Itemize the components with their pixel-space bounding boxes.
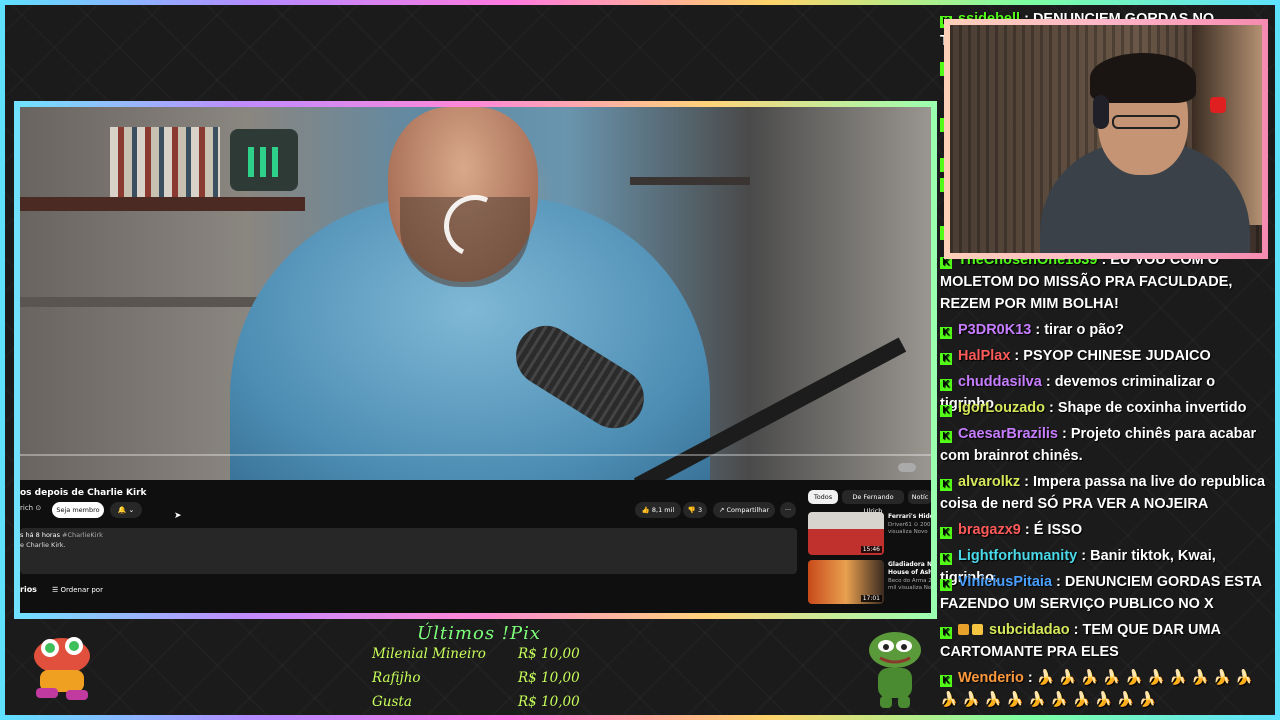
chat-text: : tirar o pão?	[1031, 322, 1124, 338]
chat-message: Kbragazx9 : É ISSO	[940, 519, 1270, 541]
webcam-feed	[944, 19, 1268, 259]
chip-from-channel[interactable]: De Fernando Ulrich	[842, 490, 904, 515]
related-thumbnail[interactable]: 15:46	[808, 512, 884, 555]
pepe-mascot-icon	[869, 632, 921, 708]
kick-badge-icon: K	[940, 675, 952, 687]
kick-badge-icon: K	[940, 353, 952, 365]
related-thumbnail[interactable]: 17:01	[808, 560, 884, 604]
pix-amount: R$ 10,00	[518, 646, 580, 662]
video-progress-bar[interactable]	[20, 454, 931, 456]
chat-message: K Wenderio : 🍌 🍌 🍌 🍌 🍌 🍌 🍌 🍌 🍌 🍌 🍌 🍌 🍌 🍌 …	[940, 667, 1270, 711]
pix-title: Últimos !Pix	[417, 623, 542, 644]
channel-name[interactable]: rich ⊙	[20, 504, 41, 512]
related-meta: Driver61 ⊙ 200 mil visualiza Novo	[888, 522, 937, 535]
kick-badge-icon: K	[940, 527, 952, 539]
headphone	[1093, 95, 1109, 129]
chat-message: K CaesarBrazilis : Projeto chinês para ac…	[940, 423, 1270, 467]
pix-amount: R$ 10,00	[518, 694, 580, 710]
gift-badge-icon	[958, 624, 969, 635]
chat-username[interactable]: HalPlax	[958, 348, 1010, 364]
youtube-page-panel: os depois de Charlie Kirk rich ⊙ Seja me…	[20, 480, 931, 613]
chip-all[interactable]: Todos	[808, 490, 838, 504]
video-duration: 15:46	[860, 546, 882, 553]
pix-donor-name: Milenial Mineiro	[372, 646, 486, 662]
related-title[interactable]: Ferrari's Hidde	[888, 513, 931, 521]
chat-username[interactable]: ViniciusPitaia	[958, 574, 1052, 590]
kick-badge-icon: K	[940, 327, 952, 339]
kick-badge-icon: K	[940, 627, 952, 639]
chat-username[interactable]: Lightforhumanity	[958, 548, 1077, 564]
chat-text: : Shape de coxinha invertido	[1045, 400, 1247, 416]
frog-mascot-icon	[34, 637, 90, 700]
video-duration: 17:01	[860, 595, 882, 602]
chat-username[interactable]: CaesarBrazilis	[958, 426, 1058, 442]
shelf	[20, 297, 280, 307]
shelf	[630, 177, 750, 185]
related-meta: Beco do Arma 203 mil visualiza Novo	[888, 578, 937, 591]
more-actions-button[interactable]: ···	[780, 502, 796, 518]
streamer-hair	[1090, 53, 1196, 103]
chat-message: K HalPlax : PSYOP CHINESE JUDAICO	[940, 345, 1270, 367]
description-meta: s há 8 horas #CharlieKirk	[20, 531, 103, 539]
autoplay-toggle[interactable]	[898, 463, 916, 472]
chat-username[interactable]: chuddasilva	[958, 374, 1042, 390]
kick-badge-icon: K	[940, 379, 952, 391]
upload-time: s há 8 horas	[20, 531, 60, 539]
chat-message: K IgorLouzado : Shape de coxinha invertid…	[940, 397, 1270, 419]
books	[110, 127, 220, 197]
chat-username[interactable]: subcidadao	[989, 622, 1070, 638]
chat-message: Kalvarolkz : Impera passa na live do rep…	[940, 471, 1270, 515]
kick-badge-icon: K	[940, 579, 952, 591]
video-title: os depois de Charlie Kirk	[20, 488, 147, 498]
chat-text: : PSYOP CHINESE JUDAICO	[1010, 348, 1211, 364]
chat-text: : É ISSO	[1020, 522, 1083, 538]
sort-comments-button[interactable]: ☰ Ordenar por	[52, 586, 103, 594]
chip-news[interactable]: Notíc	[908, 490, 931, 504]
comments-heading: rios	[20, 585, 37, 594]
join-button[interactable]: Seja membro	[52, 502, 104, 518]
chat-username[interactable]: bragazx9	[958, 522, 1021, 538]
red-lamp	[1210, 97, 1226, 113]
hashtag-link[interactable]: #CharlieKirk	[62, 531, 103, 539]
pix-amount: R$ 10,00	[518, 670, 580, 686]
chat-message: Ksubcidadao : TEM QUE DAR UMA CARTOMANTE…	[940, 619, 1270, 663]
chat-message: K P3DR0K13 : tirar o pão?	[940, 319, 1270, 341]
dislike-button[interactable]: 👎 3	[683, 502, 707, 518]
video-player[interactable]	[20, 107, 931, 493]
chat-username[interactable]: Wenderio	[958, 670, 1024, 686]
kick-badge-icon: K	[940, 431, 952, 443]
kick-badge-icon: K	[940, 553, 952, 565]
mouse-cursor-icon: ➤	[174, 511, 182, 521]
like-button[interactable]: 👍 8,1 mil	[635, 502, 681, 518]
related-title[interactable]: Gladiadora NE House of Ashe	[888, 561, 931, 577]
chat-username[interactable]: alvarolkz	[958, 474, 1020, 490]
kick-badge-icon: K	[940, 479, 952, 491]
logo-bars	[248, 147, 282, 177]
chat-username[interactable]: P3DR0K13	[958, 322, 1031, 338]
kick-badge-icon: K	[940, 405, 952, 417]
chat-message: K ViniciusPitaia : DENUNCIEM GORDAS ESTA …	[940, 571, 1270, 615]
glasses	[1112, 115, 1180, 129]
crown-badge-icon	[972, 624, 983, 635]
captured-video-window: os depois de Charlie Kirk rich ⊙ Seja me…	[14, 101, 937, 619]
description-box[interactable]	[20, 528, 797, 574]
shelf	[20, 197, 305, 211]
description-text: e Charlie Kirk.	[20, 541, 66, 549]
chat-username[interactable]: IgorLouzado	[958, 400, 1045, 416]
pix-donor-name: Gusta	[372, 694, 412, 710]
pix-donor-name: Rafijho	[372, 670, 421, 686]
share-button[interactable]: ↗ Compartilhar	[713, 502, 775, 518]
notification-bell-button[interactable]: 🔔 ⌄	[110, 502, 142, 518]
